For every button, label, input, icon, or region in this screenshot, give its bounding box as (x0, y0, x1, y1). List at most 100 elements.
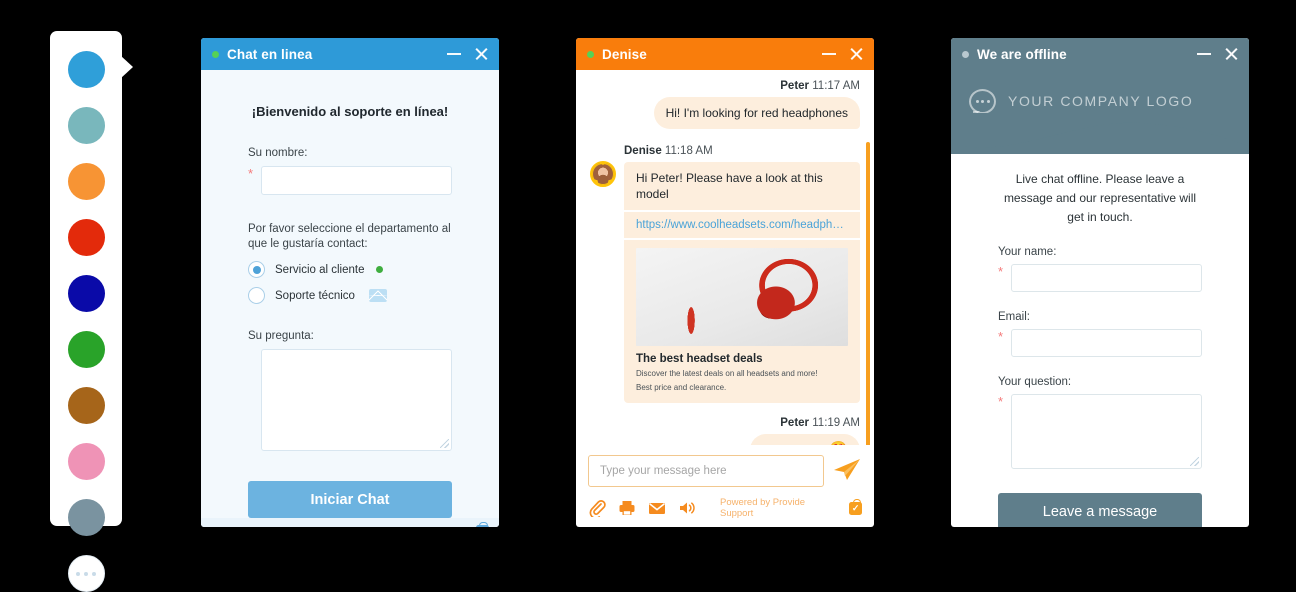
more-colors-icon[interactable] (67, 555, 105, 592)
product-card-title: The best headset deals (636, 353, 763, 365)
color-swatch-orange[interactable] (67, 163, 105, 200)
required-asterisk: * (248, 166, 254, 181)
offline-name-row: * (998, 264, 1202, 292)
department-option-customer-service[interactable]: Servicio al cliente (248, 261, 452, 278)
paperclip-icon[interactable] (588, 499, 606, 519)
required-asterisk: * (998, 329, 1004, 344)
message-meta: Peter 11:19 AM (780, 417, 860, 429)
sound-icon[interactable] (678, 499, 696, 517)
red-headphones-image (636, 248, 848, 346)
message-time: 11:17 AM (812, 80, 860, 92)
chat-input-area: Type your message here (576, 445, 874, 497)
powered-by-text: Powered by Provide Support (350, 526, 471, 528)
minimize-icon[interactable] (447, 53, 461, 55)
offline-question-textarea[interactable] (1011, 394, 1202, 469)
offline-name-label: Your name: (998, 246, 1057, 258)
offline-email-label: Email: (998, 311, 1030, 323)
send-icon[interactable] (832, 456, 862, 487)
prechat-form-window: Chat en linea ¡Bienvenido al soporte en … (201, 38, 499, 527)
minimize-icon[interactable] (822, 53, 836, 55)
department-option-technical-support[interactable]: Soporte técnico (248, 287, 452, 304)
powered-by-text: Powered by Provide Support (720, 497, 806, 519)
message-text: I love them (762, 442, 821, 445)
message-bubble: Hi Peter! Please have a look at this mod… (624, 162, 860, 210)
minimize-icon[interactable] (1197, 53, 1211, 55)
color-swatch-slate[interactable] (67, 499, 105, 536)
color-swatch-brown[interactable] (67, 387, 105, 424)
secure-lock-icon (849, 498, 862, 515)
online-status-dot (587, 50, 594, 58)
online-status-dot (212, 50, 219, 58)
envelope-icon[interactable] (648, 499, 666, 517)
offline-intro-text: Live chat offline. Please leave a messag… (1003, 172, 1197, 224)
message-time: 11:18 AM (664, 145, 713, 157)
prechat-question-textarea[interactable] (261, 349, 452, 451)
offline-body: Live chat offline. Please leave a messag… (951, 154, 1249, 527)
chat-message-list[interactable]: Peter 11:17 AM Hi! I'm looking for red h… (576, 70, 874, 445)
chat-message-input[interactable]: Type your message here (588, 455, 824, 487)
offline-email-input[interactable] (1011, 329, 1202, 357)
header-wave-divider (951, 113, 1249, 148)
required-asterisk: * (998, 394, 1004, 409)
prechat-question-row (248, 349, 452, 451)
department-label: Servicio al cliente (275, 263, 365, 276)
chat-scrollbar[interactable] (866, 142, 870, 445)
offline-email-row: * (998, 329, 1202, 357)
company-logo-text: YOUR COMPANY LOGO (1008, 93, 1194, 109)
resize-grip-icon[interactable] (1190, 457, 1199, 466)
prechat-name-label: Su nombre: (248, 147, 308, 159)
product-card[interactable]: The best headset deals Discover the late… (624, 238, 860, 403)
resize-grip-icon[interactable] (440, 439, 449, 448)
prechat-name-input[interactable] (261, 166, 452, 195)
offline-form-window: We are offline YOUR COMPANY LOGO Live ch… (951, 38, 1249, 527)
chat-toolbar: Powered by Provide Support (576, 497, 874, 527)
radio-unselected-icon[interactable] (248, 287, 265, 304)
message-sender: Denise (624, 145, 662, 157)
message-sender: Peter (780, 417, 810, 429)
chat-window-color-picker (50, 31, 133, 592)
start-chat-button[interactable]: Iniciar Chat (248, 481, 452, 518)
offline-name-input[interactable] (1011, 264, 1202, 292)
product-card-line1: Discover the latest deals on all headset… (636, 369, 818, 378)
operator-avatar (590, 161, 616, 187)
company-logo-banner: YOUR COMPANY LOGO (951, 70, 1249, 154)
chat-bubble-logo-icon (969, 88, 996, 117)
prechat-window-title: Chat en linea (227, 46, 313, 62)
chat-message-visitor-1: Peter 11:17 AM Hi! I'm looking for red h… (590, 80, 860, 129)
department-email-icon (368, 289, 387, 302)
leave-message-button[interactable]: Leave a message (998, 493, 1202, 527)
offline-question-label: Your question: (998, 376, 1072, 388)
department-label: Soporte técnico (275, 289, 355, 302)
offline-window-title: We are offline (977, 46, 1067, 62)
prechat-titlebar: Chat en linea (201, 38, 499, 70)
radio-selected-icon[interactable] (248, 261, 265, 278)
message-bubble: I love them 😍 (749, 434, 860, 446)
close-icon[interactable] (1224, 47, 1239, 62)
printer-icon[interactable] (618, 499, 636, 517)
required-asterisk: * (998, 264, 1004, 279)
live-chat-window: Denise Peter 11:17 AM Hi! I'm looking fo… (576, 38, 874, 527)
color-swatch-blue[interactable] (67, 51, 105, 88)
message-sender: Peter (780, 80, 810, 92)
offline-status-dot (962, 50, 969, 58)
prechat-question-label: Su pregunta: (248, 330, 314, 342)
heart-eyes-emoji-icon: 😍 (829, 442, 848, 446)
color-swatch-teal[interactable] (67, 107, 105, 144)
close-icon[interactable] (849, 47, 864, 62)
color-swatch-pink[interactable] (67, 443, 105, 480)
color-swatch-navy[interactable] (67, 275, 105, 312)
message-bubble: Hi! I'm looking for red headphones (653, 97, 860, 129)
prechat-department-prompt: Por favor seleccione el departamento al … (248, 223, 451, 250)
offline-titlebar: We are offline (951, 38, 1249, 70)
message-meta: Peter 11:17 AM (780, 80, 860, 92)
message-link[interactable]: https://www.coolheadsets.com/headpho… (624, 210, 860, 238)
chat-titlebar: Denise (576, 38, 874, 70)
chat-message-visitor-2: Peter 11:19 AM I love them 😍 (590, 417, 860, 445)
prechat-welcome-text: ¡Bienvenido al soporte en línea! (251, 104, 449, 119)
color-swatch-red[interactable] (67, 219, 105, 256)
close-icon[interactable] (474, 47, 489, 62)
prechat-footer: Powered by Provide Support (201, 518, 499, 527)
message-meta: Denise 11:18 AM (624, 145, 860, 157)
color-swatch-green[interactable] (67, 331, 105, 368)
chat-window-title: Denise (602, 46, 647, 62)
